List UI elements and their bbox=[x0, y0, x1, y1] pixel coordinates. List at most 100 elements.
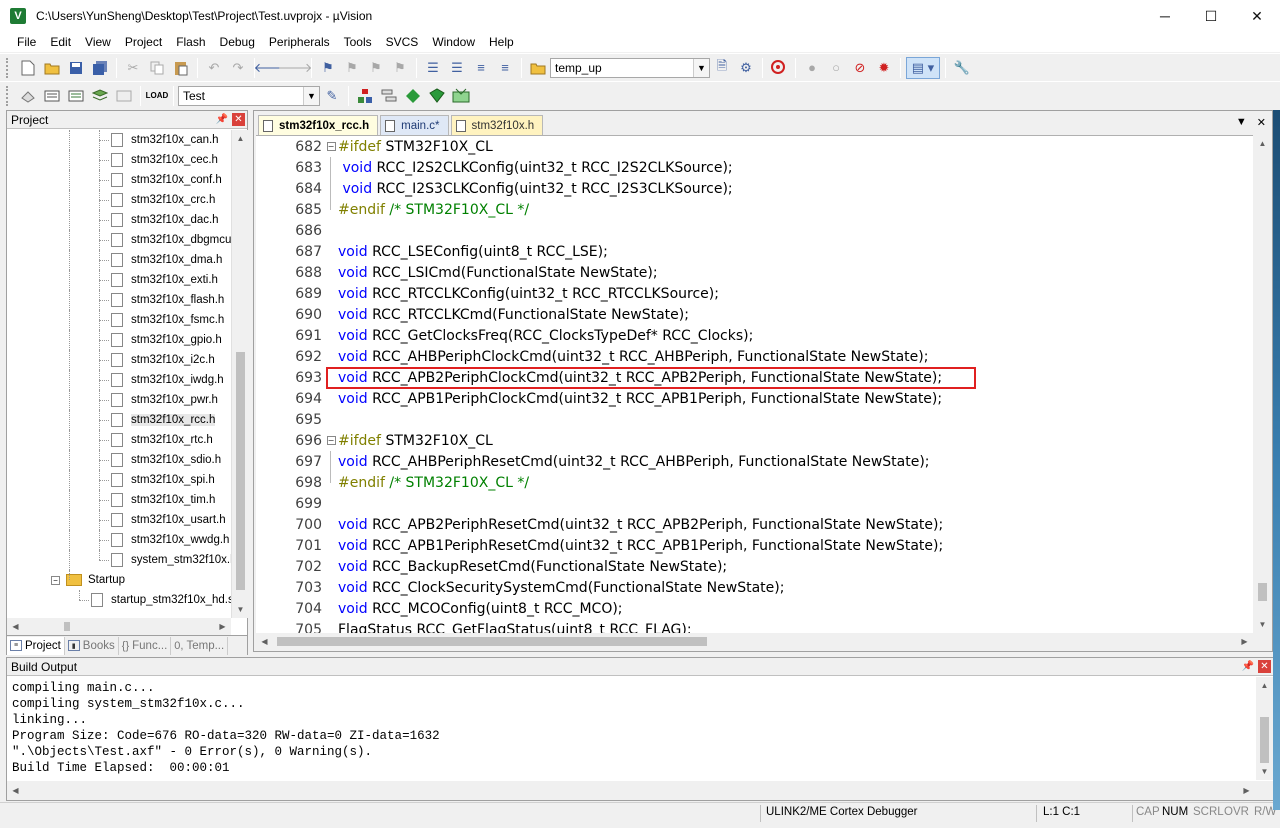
find-icon[interactable]: 🗎 bbox=[711, 57, 733, 79]
project-tree-horizontal-scrollbar[interactable]: ◀ ▶ bbox=[7, 618, 231, 635]
batch-build-icon[interactable] bbox=[89, 85, 111, 107]
cut-icon[interactable]: ✂ bbox=[122, 57, 144, 79]
menu-file[interactable]: File bbox=[10, 35, 43, 49]
tab-stm32f10x-h[interactable]: stm32f10x.h bbox=[450, 115, 544, 135]
target-combo[interactable]: Test ▼ bbox=[178, 85, 320, 106]
scroll-right-icon[interactable]: ▶ bbox=[1236, 633, 1253, 650]
code-line[interactable]: 688 void RCC_LSICmd(FunctionalState NewSt… bbox=[256, 262, 1253, 283]
run-time-environment-icon[interactable] bbox=[426, 85, 448, 107]
rebuild-icon[interactable] bbox=[65, 85, 87, 107]
chevron-down-icon[interactable]: ▼ bbox=[303, 86, 319, 105]
stop-build-icon[interactable] bbox=[113, 85, 135, 107]
tree-file-item[interactable]: stm32f10x_dac.h bbox=[7, 210, 231, 230]
scroll-left-icon[interactable]: ◀ bbox=[7, 782, 24, 799]
copy-icon[interactable] bbox=[146, 57, 168, 79]
menu-window[interactable]: Window bbox=[425, 35, 482, 49]
tree-file-item[interactable]: system_stm32f10x.h bbox=[7, 550, 231, 570]
pack-installer-icon[interactable] bbox=[402, 85, 424, 107]
tree-file-item[interactable]: stm32f10x_pwr.h bbox=[7, 390, 231, 410]
tree-file-item[interactable]: stm32f10x_rtc.h bbox=[7, 430, 231, 450]
tab-main-c[interactable]: main.c* bbox=[380, 115, 449, 135]
close-tab-icon[interactable]: ✕ bbox=[1257, 116, 1266, 129]
scroll-down-icon[interactable]: ▼ bbox=[1254, 616, 1271, 633]
code-line[interactable]: 682− #ifdef STM32F10X_CL bbox=[256, 136, 1253, 157]
tree-file-item[interactable]: stm32f10x_dbgmcu.h bbox=[7, 230, 231, 250]
editor-horizontal-scrollbar[interactable]: ◀ ▶ bbox=[256, 633, 1253, 650]
collapse-icon[interactable]: − bbox=[51, 575, 60, 585]
tree-file-item[interactable]: stm32f10x_usart.h bbox=[7, 510, 231, 530]
tree-file-item[interactable]: stm32f10x_can.h bbox=[7, 130, 231, 150]
incremental-find-icon[interactable]: ⚙ bbox=[735, 57, 757, 79]
tree-file-item[interactable]: stm32f10x_dma.h bbox=[7, 250, 231, 270]
tree-file-item[interactable]: startup_stm32f10x_hd.s bbox=[7, 590, 231, 610]
scrollbar-thumb[interactable] bbox=[1260, 717, 1269, 763]
close-icon[interactable]: ✕ bbox=[1258, 660, 1271, 673]
save-all-icon[interactable] bbox=[89, 57, 111, 79]
undo-icon[interactable]: ↶ bbox=[203, 57, 225, 79]
build-output-text[interactable]: compiling main.c... compiling system_stm3… bbox=[12, 680, 440, 776]
scroll-down-icon[interactable]: ▼ bbox=[1256, 763, 1273, 780]
fold-collapse-icon[interactable]: − bbox=[326, 436, 336, 445]
configure-icon[interactable]: 🔧 bbox=[951, 57, 973, 79]
fold-collapse-icon[interactable]: − bbox=[326, 142, 336, 151]
code-line[interactable]: 686 bbox=[256, 220, 1253, 241]
download-load-icon[interactable]: LOAD bbox=[146, 85, 169, 107]
code-line-highlighted[interactable]: 693 void RCC_APB2PeriphClockCmd(uint32_t … bbox=[256, 367, 1253, 388]
window-layout-icon[interactable]: ▤ ▾ bbox=[906, 56, 940, 79]
tree-file-item[interactable]: stm32f10x_cec.h bbox=[7, 150, 231, 170]
tree-file-item[interactable]: stm32f10x_spi.h bbox=[7, 470, 231, 490]
code-line[interactable]: 694 void RCC_APB1PeriphClockCmd(uint32_t … bbox=[256, 388, 1253, 409]
scroll-up-icon[interactable]: ▲ bbox=[1256, 677, 1273, 694]
tab-functions[interactable]: {} Func... bbox=[119, 636, 172, 655]
build-icon[interactable] bbox=[41, 85, 63, 107]
code-line[interactable]: 699 bbox=[256, 493, 1253, 514]
menu-debug[interactable]: Debug bbox=[213, 35, 262, 49]
code-line[interactable]: 703 void RCC_ClockSecuritySystemCmd(Funct… bbox=[256, 577, 1253, 598]
editor-vertical-scrollbar[interactable]: ▲ ▼ bbox=[1254, 135, 1271, 633]
minimize-button[interactable]: ─ bbox=[1142, 0, 1188, 32]
indent-icon[interactable]: ☰ bbox=[422, 57, 444, 79]
device-database-icon[interactable] bbox=[450, 85, 472, 107]
uncomment-icon[interactable]: ≡ bbox=[494, 57, 516, 79]
breakpoint-disable-all-icon[interactable]: ⊘ bbox=[849, 57, 871, 79]
target-options-icon[interactable]: ✎ bbox=[321, 85, 343, 107]
manage-project-items-icon[interactable] bbox=[354, 85, 376, 107]
bookmark-next-icon[interactable]: ⚑ bbox=[365, 57, 387, 79]
tree-file-item[interactable]: stm32f10x_iwdg.h bbox=[7, 370, 231, 390]
menu-tools[interactable]: Tools bbox=[337, 35, 379, 49]
paste-icon[interactable] bbox=[170, 57, 192, 79]
code-line[interactable]: 690 void RCC_RTCCLKCmd(FunctionalState Ne… bbox=[256, 304, 1253, 325]
tree-file-item[interactable]: stm32f10x_wwdg.h bbox=[7, 530, 231, 550]
tree-group-startup[interactable]: − Startup bbox=[7, 570, 231, 590]
chevron-down-icon[interactable]: ▼ bbox=[693, 58, 709, 77]
bookmark-clear-icon[interactable]: ⚑ bbox=[389, 57, 411, 79]
tree-file-item[interactable]: stm32f10x_flash.h bbox=[7, 290, 231, 310]
tab-books[interactable]: ▮ Books bbox=[65, 636, 119, 655]
tab-project[interactable]: ≡ Project bbox=[7, 636, 65, 655]
project-tree[interactable]: stm32f10x_can.h stm32f10x_cec.h stm32f10x_… bbox=[7, 130, 231, 618]
fold-margin[interactable]: − bbox=[324, 430, 338, 451]
scroll-right-icon[interactable]: ▶ bbox=[214, 618, 231, 635]
menu-project[interactable]: Project bbox=[118, 35, 169, 49]
find-in-files-icon[interactable] bbox=[527, 57, 549, 79]
save-icon[interactable] bbox=[65, 57, 87, 79]
comment-icon[interactable]: ≡ bbox=[470, 57, 492, 79]
debug-session-icon[interactable] bbox=[768, 57, 790, 79]
scrollbar-thumb[interactable] bbox=[277, 637, 707, 646]
build-output-vertical-scrollbar[interactable]: ▲ ▼ bbox=[1256, 677, 1273, 780]
breakpoint-disable-icon[interactable]: ○ bbox=[825, 57, 847, 79]
tree-file-item[interactable]: stm32f10x_rcc.h bbox=[7, 410, 231, 430]
tree-file-item[interactable]: stm32f10x_fsmc.h bbox=[7, 310, 231, 330]
project-tree-vertical-scrollbar[interactable]: ▲ ▼ bbox=[231, 130, 248, 618]
toolbar-grip[interactable] bbox=[6, 85, 10, 106]
tree-file-item[interactable]: stm32f10x_tim.h bbox=[7, 490, 231, 510]
tab-list-dropdown-icon[interactable]: ▼ bbox=[1236, 116, 1247, 129]
bookmark-prev-icon[interactable]: ⚑ bbox=[341, 57, 363, 79]
navigate-forward-icon[interactable]: 🡒 bbox=[278, 57, 313, 79]
scroll-left-icon[interactable]: ◀ bbox=[256, 633, 273, 650]
toolbar-grip[interactable] bbox=[6, 57, 10, 78]
scrollbar-thumb[interactable] bbox=[1258, 583, 1267, 601]
code-line[interactable]: 696− #ifdef STM32F10X_CL bbox=[256, 430, 1253, 451]
tree-file-item[interactable]: stm32f10x_i2c.h bbox=[7, 350, 231, 370]
scroll-up-icon[interactable]: ▲ bbox=[1254, 135, 1271, 152]
